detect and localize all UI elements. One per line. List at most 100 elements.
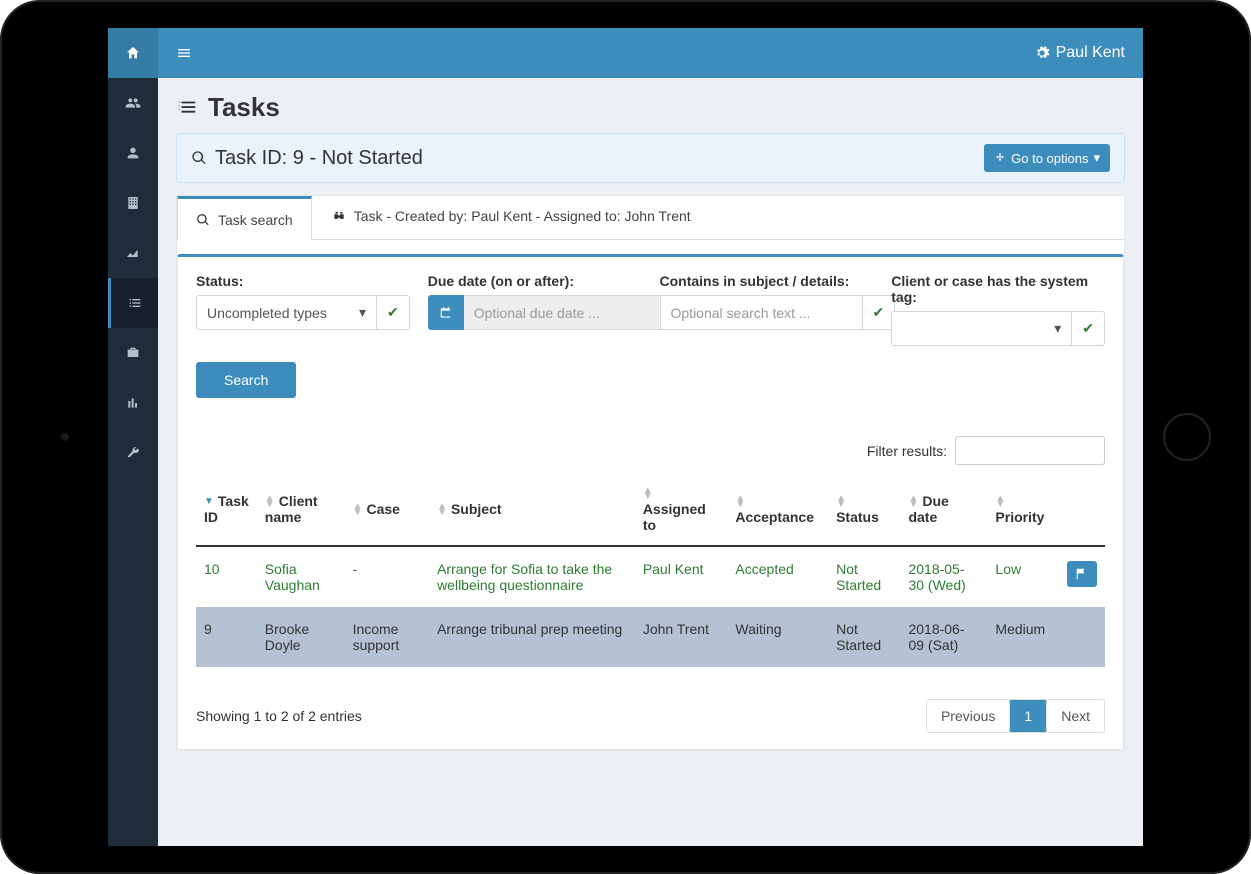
tablet-frame: Paul Kent Tasks Task ID: 9 - Not Started… (0, 0, 1251, 874)
col-due-date[interactable]: ▲▼Due date (900, 473, 987, 546)
go-to-options-button[interactable]: Go to options ▾ (984, 144, 1110, 172)
cell-assigned: Paul Kent (635, 546, 728, 607)
col-task-id[interactable]: ▼Task ID (196, 473, 257, 546)
flag-button[interactable] (1067, 561, 1097, 587)
user-name: Paul Kent (1056, 44, 1125, 62)
tag-select[interactable]: ▾ ✔ (891, 311, 1105, 346)
table-row[interactable]: 10 Sofia Vaughan - Arrange for Sofia to … (196, 546, 1105, 607)
sidebar-item-briefcase[interactable] (108, 328, 158, 378)
tab-label: Task - Created by: Paul Kent - Assigned … (354, 208, 691, 224)
sort-icon: ▲▼ (908, 496, 922, 508)
col-case[interactable]: ▲▼Case (345, 473, 430, 546)
calendar-button[interactable] (428, 295, 464, 330)
search-icon (196, 213, 210, 227)
gears-icon (1034, 45, 1050, 61)
panel-title-text: Task ID: 9 - Not Started (215, 147, 423, 170)
sidebar-home[interactable] (108, 28, 158, 78)
cell-client: Brooke Doyle (257, 607, 345, 667)
sidebar-item-tools[interactable] (108, 428, 158, 478)
cell-priority: Low (987, 546, 1059, 607)
people-icon (125, 95, 141, 111)
status-confirm[interactable]: ✔ (377, 295, 410, 330)
col-acceptance[interactable]: ▲▼Acceptance (727, 473, 828, 546)
building-icon (125, 195, 141, 211)
cell-acceptance: Waiting (727, 607, 828, 667)
tab-label: Task search (218, 212, 293, 228)
flag-icon (1075, 567, 1089, 581)
pager: Previous 1 Next (926, 699, 1105, 733)
tab-task-details[interactable]: Task - Created by: Paul Kent - Assigned … (314, 196, 709, 239)
check-icon: ✔ (1082, 320, 1094, 337)
due-label: Due date (on or after): (428, 273, 642, 289)
area-chart-icon (125, 245, 141, 261)
briefcase-icon (125, 345, 141, 361)
home-icon (125, 45, 141, 61)
sidebar-item-user[interactable] (108, 128, 158, 178)
sidebar-item-chart[interactable] (108, 228, 158, 278)
pager-page-1[interactable]: 1 (1009, 700, 1046, 732)
pager-prev[interactable]: Previous (927, 700, 1009, 732)
showing-text: Showing 1 to 2 of 2 entries (196, 708, 362, 724)
cell-due: 2018-05-30 (Wed) (900, 546, 987, 607)
sidebar-item-people[interactable] (108, 78, 158, 128)
sidebar (108, 28, 158, 846)
search-card: Status: Uncompleted types ▾ ✔ (177, 254, 1124, 750)
filter-results-label: Filter results: (867, 443, 947, 459)
tag-label: Client or case has the system tag: (891, 273, 1105, 305)
tabs: Task search Task - Created by: Paul Kent… (177, 196, 1124, 240)
sort-icon: ▲▼ (643, 488, 657, 500)
cell-task-id: 10 (196, 546, 257, 607)
status-label: Status: (196, 273, 410, 289)
sidebar-item-barchart[interactable] (108, 378, 158, 428)
wrench-icon (125, 445, 141, 461)
status-value: Uncompleted types (207, 305, 327, 321)
user-menu[interactable]: Paul Kent (1034, 44, 1125, 62)
tasks-table: ▼Task ID ▲▼Client name ▲▼Case ▲▼Subject … (196, 473, 1105, 667)
cell-assigned: John Trent (635, 607, 728, 667)
due-date-input[interactable] (464, 295, 666, 330)
cell-status: Not Started (828, 607, 900, 667)
col-subject[interactable]: ▲▼Subject (429, 473, 635, 546)
pager-next[interactable]: Next (1046, 700, 1104, 732)
caret-down-icon: ▾ (1093, 150, 1100, 166)
status-select[interactable]: Uncompleted types ▾ ✔ (196, 295, 410, 330)
contains-input[interactable] (660, 295, 863, 330)
filter-results-input[interactable] (955, 436, 1105, 465)
sidebar-item-building[interactable] (108, 178, 158, 228)
col-priority[interactable]: ▲▼Priority (987, 473, 1059, 546)
chevron-down-icon: ▾ (1048, 320, 1061, 337)
check-icon: ✔ (873, 304, 885, 321)
main: Paul Kent Tasks Task ID: 9 - Not Started… (158, 28, 1143, 846)
app-screen: Paul Kent Tasks Task ID: 9 - Not Started… (108, 28, 1143, 846)
cell-client: Sofia Vaughan (257, 546, 345, 607)
sort-icon: ▲▼ (995, 496, 1009, 508)
table-row[interactable]: 9 Brooke Doyle Income support Arrange tr… (196, 607, 1105, 667)
search-button[interactable]: Search (196, 362, 296, 398)
check-icon: ✔ (387, 304, 399, 321)
contains-label: Contains in subject / details: (660, 273, 874, 289)
chevron-down-icon: ▾ (353, 304, 366, 321)
go-to-options-label: Go to options (1011, 151, 1088, 166)
search-icon (191, 150, 207, 166)
cell-subject: Arrange for Sofia to take the wellbeing … (429, 546, 635, 607)
ordered-list-icon (176, 97, 198, 119)
col-status[interactable]: ▲▼Status (828, 473, 900, 546)
hamburger-icon[interactable] (176, 45, 192, 61)
content-area: Tasks Task ID: 9 - Not Started Go to opt… (158, 78, 1143, 765)
tag-confirm[interactable]: ✔ (1072, 311, 1105, 346)
task-panel: Task ID: 9 - Not Started Go to options ▾ (176, 133, 1125, 183)
move-icon (994, 152, 1006, 164)
tab-task-search[interactable]: Task search (177, 196, 312, 240)
sort-icon: ▲▼ (437, 504, 451, 516)
topbar: Paul Kent (158, 28, 1143, 78)
cell-acceptance: Accepted (727, 546, 828, 607)
cell-case: - (345, 546, 430, 607)
col-assigned-to[interactable]: ▲▼Assigned to (635, 473, 728, 546)
cell-case: Income support (345, 607, 430, 667)
calendar-icon (439, 306, 453, 320)
sidebar-item-tasks[interactable] (108, 278, 158, 328)
cell-due: 2018-06-09 (Sat) (900, 607, 987, 667)
list-icon (127, 295, 143, 311)
cell-priority: Medium (987, 607, 1059, 667)
col-client-name[interactable]: ▲▼Client name (257, 473, 345, 546)
